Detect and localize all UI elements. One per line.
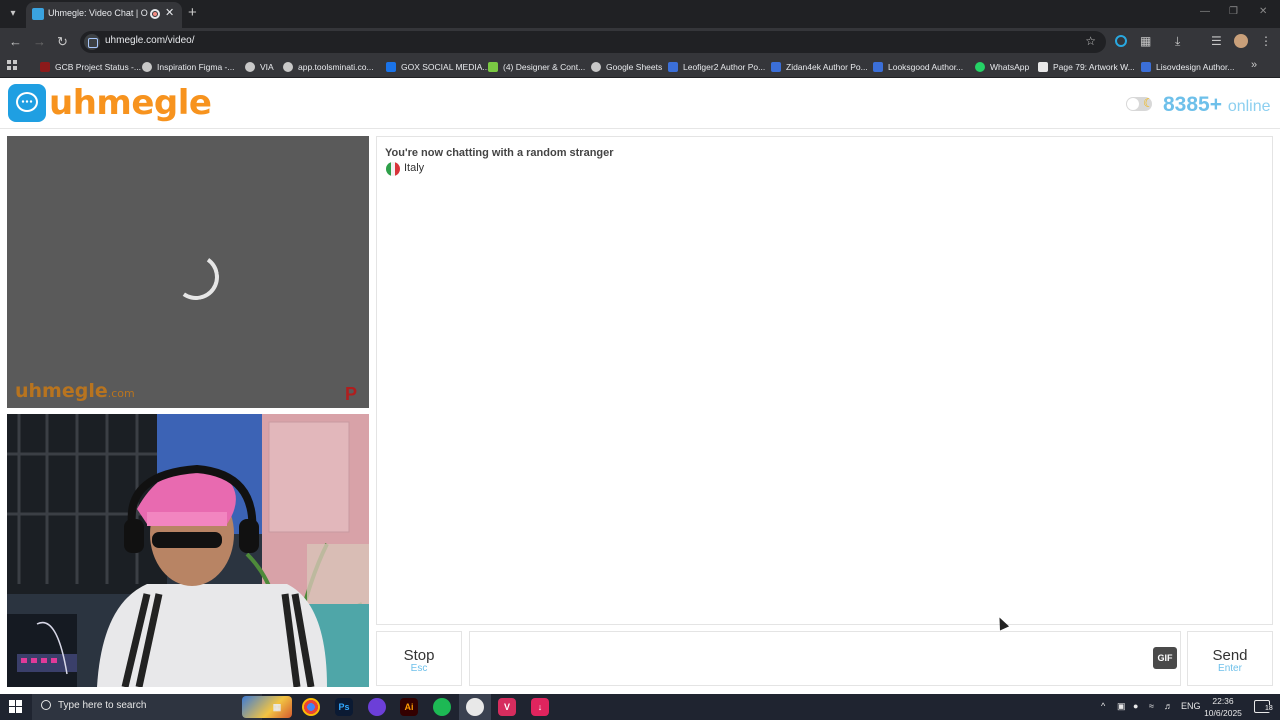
url-text[interactable]: uhmegle.com/video/ (105, 35, 195, 46)
italy-flag-icon (386, 162, 400, 176)
clock-time: 22:36 (1212, 696, 1234, 706)
stop-button[interactable]: Stop Esc (376, 631, 462, 686)
tab-title: Uhmegle: Video Chat | Omegle (48, 8, 148, 18)
site-info-icon[interactable] (84, 34, 100, 50)
taskbar-clock[interactable]: 22:36 10/6/2025 (1200, 695, 1246, 719)
volume-icon[interactable]: ♬ (1164, 701, 1173, 711)
app-icon[interactable]: V (498, 698, 516, 716)
extensions-icon[interactable]: ▦ (1140, 34, 1151, 48)
forward-icon[interactable]: → (33, 34, 46, 49)
reload-icon[interactable]: ↻ (57, 34, 68, 50)
minimize-icon[interactable]: — (1200, 6, 1210, 17)
site-logo-text[interactable]: uhmegle (49, 83, 212, 123)
browser-menu-icon[interactable]: ⋮ (1260, 34, 1272, 48)
stop-shortcut: Esc (410, 663, 428, 674)
bookmark-item[interactable]: GOX SOCIAL MEDIA... (386, 60, 489, 74)
gif-button[interactable]: GIF (1153, 647, 1177, 669)
recording-indicator-icon (150, 9, 160, 19)
back-icon[interactable]: ← (9, 34, 22, 49)
bookmark-item[interactable]: Inspiration Figma -... (142, 60, 234, 74)
bookmark-item[interactable]: Google Sheets (591, 60, 662, 74)
online-label: online (1227, 98, 1271, 115)
search-icon (41, 700, 51, 710)
online-counter: 8385+ online (1163, 93, 1271, 117)
moon-icon: ☾ (1143, 96, 1154, 110)
send-label: Send (1212, 647, 1248, 664)
chat-log: You're now chatting with a random strang… (376, 136, 1273, 625)
site-header: uhmegle (0, 79, 1280, 129)
stranger-country: Italy (404, 162, 425, 174)
online-count: 8385+ (1163, 93, 1222, 116)
browser-tab-active[interactable]: Uhmegle: Video Chat | Omegle ✕ (26, 2, 182, 28)
loading-spinner-icon (169, 250, 223, 304)
task-view-icon[interactable]: ▦ (268, 698, 286, 716)
send-shortcut: Enter (1218, 663, 1242, 674)
self-camera-feed (7, 414, 369, 687)
tab-search-icon[interactable]: ▾ (4, 5, 22, 23)
more-bookmarks-icon[interactable]: » (1251, 59, 1257, 71)
bookmark-item[interactable]: Looksgood Author... (873, 60, 963, 74)
app-icon[interactable] (368, 698, 386, 716)
bookmark-item[interactable]: app.toolsminati.co... (283, 60, 374, 74)
apps-grid-icon[interactable] (7, 60, 19, 72)
photoshop-icon[interactable]: Ps (335, 698, 353, 716)
spotify-icon[interactable] (433, 698, 451, 716)
bookmark-item[interactable]: (4) Designer & Cont... (488, 60, 585, 74)
downloader-icon[interactable]: ↓ (531, 698, 549, 716)
address-bar[interactable]: uhmegle.com/video/ ☆ (80, 31, 1106, 53)
obs-icon[interactable] (466, 698, 484, 716)
profile-avatar[interactable] (1234, 34, 1248, 48)
notification-count: 18 (1264, 705, 1274, 712)
bookmark-item[interactable]: Lisovdesign Author... (1141, 60, 1234, 74)
taskbar-search-placeholder: Type here to search (58, 700, 147, 711)
report-flag-icon[interactable]: P (345, 384, 357, 405)
bookmark-item[interactable]: Page 79: Artwork W... (1038, 60, 1135, 74)
bookmarks-bar: GCB Project Status -... Inspiration Figm… (0, 56, 1280, 78)
browser-toolbar: ← → ↻ uhmegle.com/video/ ☆ ▦ ⤓ ☰ ⋮ (0, 28, 1280, 56)
browser-tabstrip: ▾ Uhmegle: Video Chat | Omegle ✕ + — ❐ ✕ (0, 0, 1280, 28)
bookmark-item[interactable]: GCB Project Status -... (40, 60, 141, 74)
microphone-icon[interactable]: ● (1133, 701, 1138, 711)
stop-label: Stop (403, 647, 435, 664)
chat-status-message: You're now chatting with a random strang… (385, 147, 614, 159)
send-button[interactable]: Send Enter (1187, 631, 1273, 686)
bookmark-item[interactable]: Zidan4ek Author Po... (771, 60, 868, 74)
language-indicator[interactable]: ENG (1181, 701, 1201, 711)
clock-date: 10/6/2025 (1204, 708, 1242, 718)
bookmark-item[interactable]: Leofiger2 Author Po... (668, 60, 765, 74)
media-control-icon[interactable]: ☰ (1211, 34, 1222, 48)
tray-app-icon[interactable]: ▣ (1117, 701, 1126, 712)
downloads-icon[interactable]: ⤓ (1175, 34, 1180, 49)
restore-icon[interactable]: ❐ (1229, 6, 1238, 17)
bookmark-item[interactable]: VIA (245, 60, 274, 74)
extension-icon[interactable] (1115, 35, 1127, 47)
wifi-icon[interactable]: ≈ (1149, 701, 1154, 711)
webcam-image (7, 414, 369, 687)
illustrator-icon[interactable]: Ai (400, 698, 418, 716)
chrome-icon[interactable] (302, 698, 320, 716)
bookmark-star-icon[interactable]: ☆ (1085, 34, 1096, 48)
windows-taskbar: Type here to search ▦ Ps Ai V ↓ ^ ▣ ● ≈ … (0, 694, 1280, 720)
message-input[interactable] (469, 631, 1181, 686)
tab-favicon-icon (32, 8, 44, 20)
video-watermark: uhmegle.com (15, 380, 135, 402)
tray-chevron-icon[interactable]: ^ (1101, 701, 1105, 711)
start-windows-icon[interactable] (9, 700, 23, 714)
taskbar-search[interactable]: Type here to search (32, 694, 292, 720)
tab-close-icon[interactable]: ✕ (165, 6, 174, 19)
new-tab-button[interactable]: + (188, 4, 197, 21)
stranger-video-panel: uhmegle.com P (7, 136, 369, 408)
chat-bubble-logo-icon[interactable] (8, 84, 46, 122)
bookmark-item[interactable]: WhatsApp (975, 60, 1029, 74)
close-window-icon[interactable]: ✕ (1259, 6, 1267, 17)
